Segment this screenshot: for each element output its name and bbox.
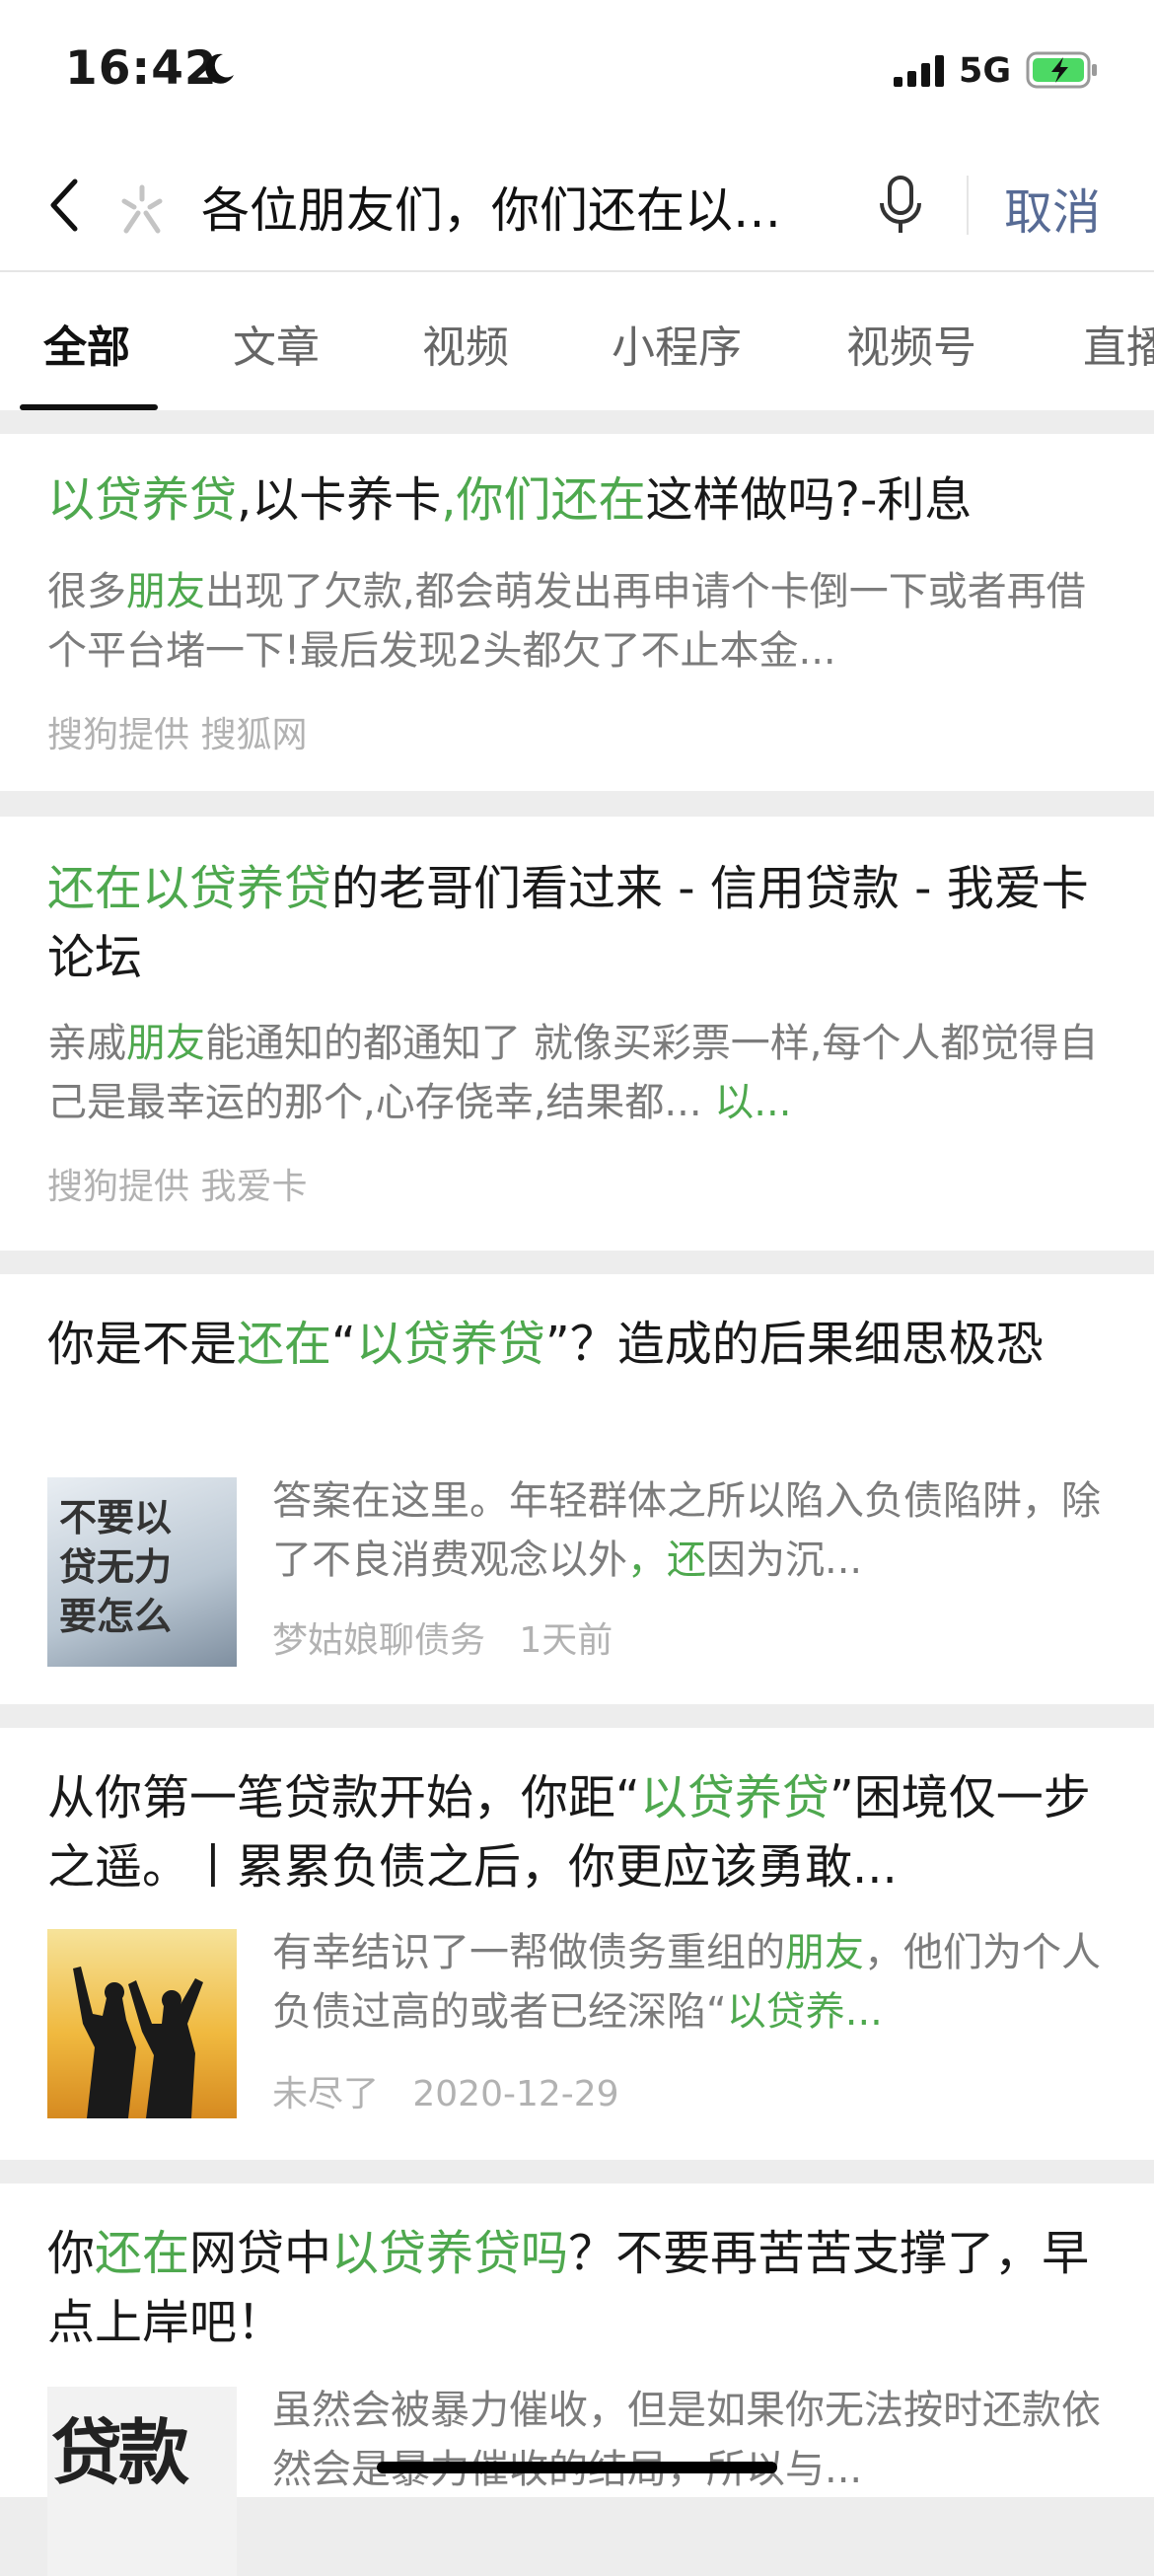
text-segment: 亲戚 — [47, 1021, 126, 1066]
text-segment: “ — [331, 1317, 356, 1372]
search-input[interactable]: 各位朋友们，你们还在以… — [201, 172, 832, 242]
keyword-highlight: ,你们还在 — [441, 472, 646, 528]
result-author: 梦姑娘聊债务 — [272, 1620, 486, 1661]
status-bar: 16:42 5G — [0, 0, 1154, 138]
result-snippet: 虽然会被暴力催收，但是如果你无法按时还款依然会是暴力催收的结局，所以与... — [272, 2381, 1107, 2499]
keyword-highlight: 以贷养贷 — [47, 472, 238, 528]
text-segment: 网贷中 — [189, 2226, 332, 2281]
battery-charging-icon — [1026, 51, 1097, 89]
result-time: 1天前 — [519, 1620, 613, 1661]
result-title: 还在以贷养贷的老哥们看过来 - 信用贷款 - 我爱卡论坛 — [47, 854, 1107, 992]
tab-articles[interactable]: 文章 — [233, 312, 320, 375]
result-title: 从你第一笔贷款开始，你距“以贷养贷”困境仅一步之遥。丨累累负债之后，你更应该勇敢… — [47, 1763, 1107, 1901]
search-result-card[interactable]: 从你第一笔贷款开始，你距“以贷养贷”困境仅一步之遥。丨累累负债之后，你更应该勇敢… — [0, 1728, 1154, 2160]
search-result-card[interactable]: 你还在网贷中以贷养贷吗？不要再苦苦支撑了，早点上岸吧！ 贷款 虽然会被暴力催收，… — [0, 2183, 1154, 2576]
text-segment: 你 — [47, 2226, 96, 2281]
divider — [967, 176, 969, 235]
result-meta: 梦姑娘聊债务 1天前 — [272, 1611, 1107, 1663]
result-title: 你还在网贷中以贷养贷吗？不要再苦苦支撑了，早点上岸吧！ — [47, 2219, 1107, 2357]
tab-channels[interactable]: 视频号 — [846, 312, 976, 375]
home-indicator[interactable] — [377, 2462, 777, 2473]
silhouette-image — [73, 1967, 203, 2118]
back-arrow-icon[interactable] — [43, 176, 83, 235]
network-type: 5G — [959, 51, 1012, 91]
result-source: 搜狗提供 搜狐网 — [47, 715, 308, 755]
search-bar: 各位朋友们，你们还在以… 取消 — [0, 138, 1154, 272]
status-time: 16:42 — [65, 41, 218, 96]
text-segment: 很多 — [47, 569, 126, 614]
text-segment: 有幸结识了一帮做债务重组的 — [272, 1930, 785, 1975]
text-segment: 你是不是 — [47, 1317, 238, 1372]
keyword-highlight: ，还 — [627, 1538, 706, 1583]
keyword-highlight: 朋友 — [126, 1021, 205, 1066]
keyword-highlight: 以贷养贷吗 — [331, 2226, 569, 2281]
keyword-highlight: 以贷养贷 — [639, 1770, 829, 1825]
article-thumbnail: 不要以 贷无力 要怎么 — [47, 1477, 237, 1667]
keyword-highlight: 朋友 — [785, 1930, 864, 1975]
keyword-highlight: 以贷养贷 — [355, 1317, 545, 1372]
text-segment: 虽然会被暴力催收，但是如果你无法按时还款依然会是暴力催收的结局，所以与... — [272, 2388, 1101, 2492]
cellular-signal-icon — [894, 55, 944, 87]
keyword-highlight: 还在以贷养贷 — [47, 861, 332, 916]
text-segment: 从你第一笔贷款开始，你距“ — [47, 1770, 640, 1825]
microphone-icon[interactable] — [876, 174, 925, 237]
search-result-card[interactable]: 还在以贷养贷的老哥们看过来 - 信用贷款 - 我爱卡论坛 亲戚朋友能通知的都通知… — [0, 817, 1154, 1251]
keyword-highlight: 以... — [714, 1080, 792, 1125]
result-meta: 未尽了 2020-12-29 — [272, 2065, 1107, 2116]
keyword-highlight: 以贷养... — [726, 1989, 883, 2035]
filter-tabs: 全部 文章 视频 小程序 视频号 直播 — [0, 272, 1154, 410]
article-thumbnail: 贷款 — [47, 2387, 237, 2576]
result-time: 2020-12-29 — [412, 2074, 619, 2114]
active-tab-indicator — [20, 404, 158, 410]
keyword-highlight: 还在 — [237, 1317, 332, 1372]
tab-mini-programs[interactable]: 小程序 — [612, 312, 742, 375]
search-logo-icon — [121, 184, 163, 234]
moon-icon — [205, 53, 234, 84]
text-segment: 因为沉... — [706, 1538, 863, 1583]
result-author: 未尽了 — [272, 2074, 380, 2114]
result-snippet: 有幸结识了一帮做债务重组的朋友，他们为个人负债过高的或者已经深陷“以贷养... — [272, 1923, 1107, 2041]
keyword-highlight: 朋友 — [126, 569, 205, 614]
cancel-button[interactable]: 取消 — [1004, 174, 1101, 244]
result-snippet: 很多朋友出现了欠款,都会萌发出再申请个卡倒一下或者再借个平台堵一下!最后发现2头… — [47, 562, 1107, 680]
tab-all[interactable]: 全部 — [43, 312, 130, 375]
text-segment: ”？造成的后果细思极恐 — [544, 1317, 1044, 1372]
keyword-highlight: 还在 — [95, 2226, 190, 2281]
text-segment: 这样做吗?-利息 — [645, 472, 973, 528]
result-source: 搜狗提供 我爱卡 — [47, 1167, 308, 1207]
tab-videos[interactable]: 视频 — [422, 312, 509, 375]
text-segment: ,以卡养卡 — [237, 472, 442, 528]
article-thumbnail — [47, 1929, 237, 2118]
search-result-card[interactable]: 你是不是还在“以贷养贷”？造成的后果细思极恐 不要以 贷无力 要怎么 答案在这里… — [0, 1274, 1154, 1704]
text-segment: 能通知的都通知了 就像买彩票一样,每个人都觉得自己是最幸运的那个,心存侥幸,结果… — [47, 1021, 1099, 1125]
result-title: 你是不是还在“以贷养贷”？造成的后果细思极恐 — [47, 1310, 1107, 1379]
result-title: 以贷养贷,以卡养卡,你们还在这样做吗?-利息 — [47, 465, 1107, 535]
result-snippet: 亲戚朋友能通知的都通知了 就像买彩票一样,每个人都觉得自己是最幸运的那个,心存侥… — [47, 1014, 1107, 1132]
search-result-card[interactable]: 以贷养贷,以卡养卡,你们还在这样做吗?-利息 很多朋友出现了欠款,都会萌发出再申… — [0, 434, 1154, 791]
result-snippet: 答案在这里。年轻群体之所以陷入负债陷阱，除了不良消费观念以外，还因为沉... — [272, 1471, 1107, 1590]
tab-live[interactable]: 直播 — [1083, 312, 1154, 375]
